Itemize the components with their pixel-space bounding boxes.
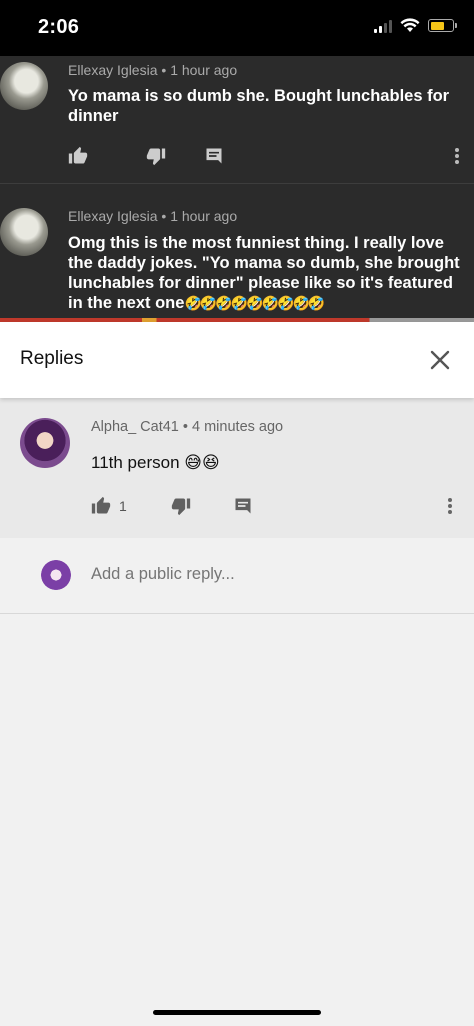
comment-time: 1 hour ago [170, 62, 238, 78]
avatar[interactable] [20, 418, 70, 468]
thumbs-down-icon[interactable] [146, 146, 166, 166]
reply-time: 4 minutes ago [192, 419, 284, 435]
reply-item: Alpha_ Cat41 • 4 minutes ago 11th person… [0, 398, 474, 538]
reply-author[interactable]: Alpha_ Cat41 [91, 419, 179, 435]
reply-comment-icon[interactable] [204, 146, 224, 166]
comment-text: Yo mama is so dumb she. Bought lunchable… [68, 87, 450, 125]
comment-item: Ellexay Iglesia • 1 hour ago Yo mama is … [0, 56, 474, 184]
comment-text: Omg this is the most funniest thing. I r… [68, 233, 464, 313]
status-bar: 2:06 [0, 0, 474, 56]
thumbs-down-icon[interactable] [171, 496, 191, 516]
comment-meta: Ellexay Iglesia • 1 hour ago [68, 208, 237, 224]
status-icons [374, 18, 457, 33]
reply-input[interactable] [91, 565, 431, 584]
meta-separator: • [182, 419, 188, 435]
battery-icon [428, 19, 457, 32]
avatar [41, 560, 71, 590]
thumbs-up-icon[interactable] [68, 146, 88, 166]
comment-author[interactable]: Ellexay Iglesia [68, 62, 158, 78]
comments-list: Ellexay Iglesia • 1 hour ago Yo mama is … [0, 56, 474, 321]
status-time: 2:06 [38, 16, 80, 38]
meta-separator: • [161, 62, 167, 78]
home-indicator[interactable] [153, 1010, 321, 1015]
replies-header: Replies [0, 322, 474, 398]
comment-meta: Ellexay Iglesia • 1 hour ago [68, 62, 237, 78]
like-count: 1 [119, 498, 127, 514]
more-options-icon[interactable] [447, 496, 453, 516]
reply-comment-icon[interactable] [233, 496, 253, 516]
reply-actions: 1 [91, 496, 461, 518]
add-reply-bar [0, 538, 474, 614]
comment-time: 1 hour ago [170, 208, 238, 224]
comment-author[interactable]: Ellexay Iglesia [68, 208, 158, 224]
reply-text: 11th person 😅😆 [91, 453, 220, 472]
meta-separator: • [161, 208, 167, 224]
thumbs-up-icon[interactable] [91, 496, 111, 516]
close-icon[interactable] [428, 348, 452, 372]
avatar[interactable] [0, 208, 48, 256]
reply-meta: Alpha_ Cat41 • 4 minutes ago [91, 419, 283, 435]
avatar[interactable] [0, 62, 48, 110]
more-options-icon[interactable] [454, 146, 460, 166]
comment-emojis: 🤣🤣🤣🤣🤣🤣🤣🤣🤣 [184, 295, 325, 311]
comment-actions [68, 146, 468, 168]
replies-title: Replies [20, 348, 84, 369]
wifi-icon [400, 18, 420, 32]
cellular-signal-icon [374, 19, 392, 33]
